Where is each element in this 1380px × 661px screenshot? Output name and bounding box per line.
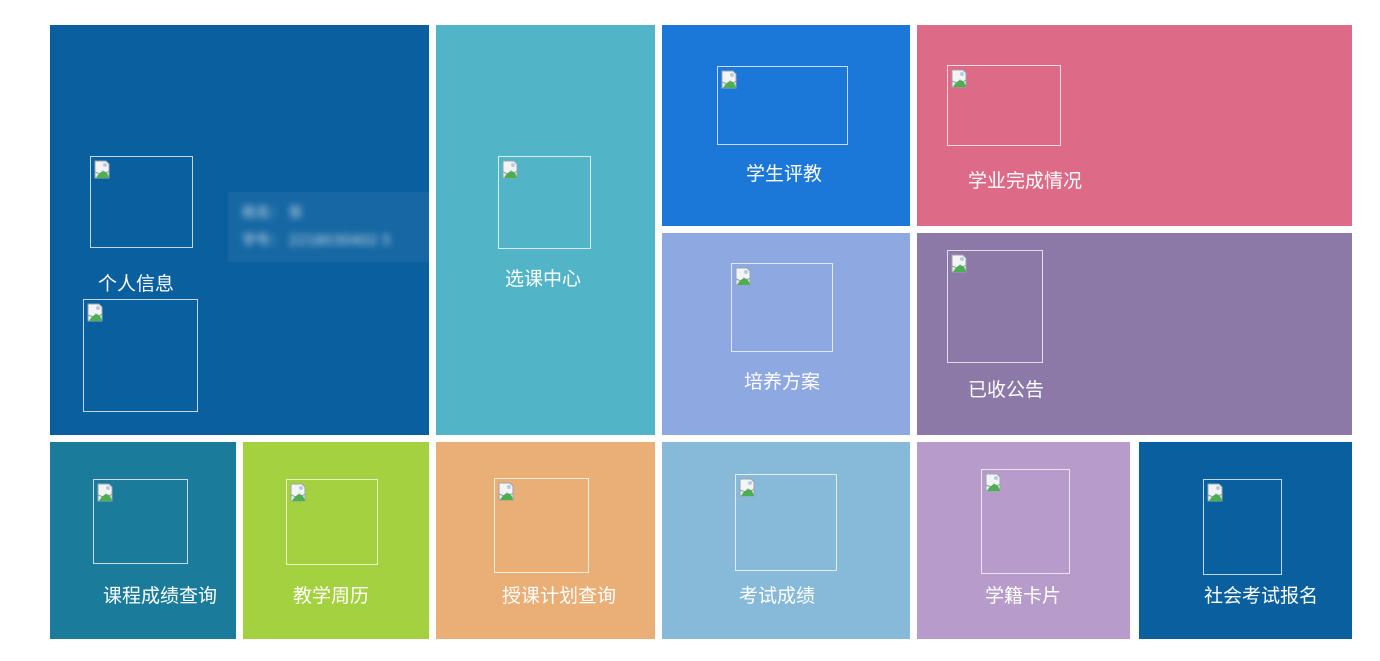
tile-social-exam-registration[interactable]: 社会考试报名 [1139, 442, 1352, 639]
broken-image-icon [985, 473, 1005, 493]
course-grades-icon [93, 479, 188, 564]
tile-received-notices-label: 已收公告 [968, 379, 1045, 401]
broken-image-icon [739, 478, 759, 498]
broken-image-icon [721, 70, 741, 90]
social-exam-registration-icon [1203, 479, 1282, 575]
course-selection-icon [498, 156, 591, 249]
broken-image-icon [97, 483, 117, 503]
teaching-calendar-icon [286, 479, 378, 565]
tile-exam-scores[interactable]: 考试成绩 [662, 442, 910, 639]
tile-teaching-calendar[interactable]: 教学周历 [243, 442, 429, 639]
tile-exam-scores-label: 考试成绩 [739, 585, 816, 607]
tile-course-selection[interactable]: 选课中心 [436, 25, 655, 435]
id-card-icon [83, 299, 198, 412]
personal-info-icon [90, 156, 193, 248]
broken-image-icon [94, 160, 114, 180]
academic-completion-icon [947, 65, 1061, 146]
tile-course-grades-label: 课程成绩查询 [103, 585, 218, 607]
profile-name: 姓名： 张 [242, 205, 303, 221]
tile-student-evaluation-label: 学生评教 [746, 163, 823, 185]
tile-social-exam-registration-label: 社会考试报名 [1204, 585, 1319, 607]
received-notices-icon [947, 250, 1043, 363]
broken-image-icon [1207, 483, 1227, 503]
tile-teaching-plan-query-label: 授课计划查询 [502, 585, 617, 607]
tile-personal-info[interactable]: 个人信息 姓名： 张 学号： 2218030402 5 [50, 25, 429, 435]
broken-image-icon [951, 69, 971, 89]
tile-teaching-plan-query[interactable]: 授课计划查询 [436, 442, 655, 639]
tile-training-plan-label: 培养方案 [744, 371, 821, 393]
tile-training-plan[interactable]: 培养方案 [662, 233, 910, 435]
tile-course-grades[interactable]: 课程成绩查询 [50, 442, 236, 639]
student-card-icon [981, 469, 1070, 574]
training-plan-icon [731, 263, 833, 352]
tile-student-evaluation[interactable]: 学生评教 [662, 25, 910, 226]
broken-image-icon [735, 267, 755, 287]
tile-student-card[interactable]: 学籍卡片 [917, 442, 1130, 639]
tile-academic-completion[interactable]: 学业完成情况 [917, 25, 1352, 226]
profile-id: 学号： 2218030402 5 [242, 233, 391, 249]
profile-summary: 姓名： 张 学号： 2218030402 5 [228, 192, 429, 262]
broken-image-icon [502, 160, 522, 180]
student-evaluation-icon [717, 66, 848, 145]
teaching-plan-query-icon [494, 478, 589, 573]
tile-student-card-label: 学籍卡片 [985, 585, 1062, 607]
exam-scores-icon [735, 474, 837, 571]
tile-course-selection-label: 选课中心 [505, 268, 582, 290]
broken-image-icon [87, 303, 107, 323]
tile-academic-completion-label: 学业完成情况 [968, 170, 1083, 192]
tile-personal-info-label: 个人信息 [98, 273, 175, 295]
tile-received-notices[interactable]: 已收公告 [917, 233, 1352, 435]
broken-image-icon [290, 483, 310, 503]
tile-teaching-calendar-label: 教学周历 [293, 585, 370, 607]
broken-image-icon [498, 482, 518, 502]
broken-image-icon [951, 254, 971, 274]
